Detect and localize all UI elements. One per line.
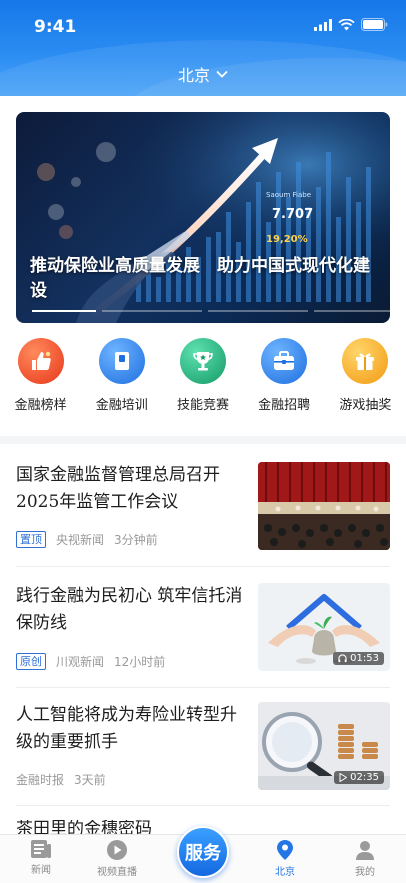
shortcut-finance-recruitment[interactable]: 金融招聘	[244, 338, 325, 422]
shortcut-skill-competition[interactable]: 技能竞赛	[162, 338, 243, 422]
shortcut-label: 金融培训	[95, 398, 148, 413]
duration-text: 01:53	[350, 653, 379, 664]
news-time: 12小时前	[114, 655, 166, 669]
user-icon	[356, 841, 374, 860]
trophy-icon	[179, 338, 226, 384]
shortcut-game-lottery[interactable]: 游戏抽奖	[325, 338, 406, 422]
tab-label: 我的	[355, 867, 375, 878]
tab-label: 视频直播	[97, 867, 137, 878]
tab-news[interactable]: 新闻	[6, 839, 76, 876]
pinned-tag: 置顶	[16, 531, 46, 548]
play-icon	[339, 773, 348, 782]
duration-text: 02:35	[350, 772, 379, 783]
news-separator	[16, 566, 390, 567]
news-separator	[16, 805, 390, 806]
location-selector[interactable]: 北京	[0, 62, 406, 86]
news-meta: 金融时报 3天前	[16, 771, 106, 788]
news-item[interactable]: 人工智能将成为寿险业转型升级的重要抓手 金融时报 3天前 02:35	[16, 702, 390, 792]
news-thumbnail: 02:35	[258, 702, 390, 790]
news-source: 川观新闻	[56, 655, 105, 669]
section-divider	[0, 436, 406, 444]
original-tag: 原创	[16, 653, 46, 670]
news-icon	[31, 840, 51, 858]
banner-carousel[interactable]: Saoum Fiabe 7.707 19,20% 推动保险业高质量发展 助力中国…	[16, 112, 390, 323]
news-meta: 置顶 央视新闻 3分钟前	[16, 531, 158, 548]
news-title: 国家金融监督管理总局召开2025年监管工作会议	[16, 465, 220, 512]
location-label: 北京	[177, 66, 210, 85]
signal-icon	[314, 18, 332, 31]
location-pin-icon	[277, 840, 293, 860]
svg-text:7.707: 7.707	[272, 207, 313, 222]
news-title: 践行金融为民初心 筑牢信托消保防线	[16, 586, 243, 633]
banner-pagination	[32, 310, 390, 312]
news-source: 央视新闻	[56, 533, 105, 547]
banner-dot	[102, 310, 202, 312]
svg-text:Saoum Fiabe: Saoum Fiabe	[266, 191, 311, 199]
status-bar: 9:41	[0, 0, 406, 52]
header: 9:41 北京	[0, 0, 406, 96]
play-icon	[107, 840, 127, 860]
shortcut-label: 技能竞赛	[176, 398, 229, 413]
tab-beijing[interactable]: 北京	[250, 839, 320, 878]
status-time: 9:41	[34, 17, 77, 37]
book-icon	[98, 338, 145, 384]
news-separator	[16, 687, 390, 688]
banner-title: 推动保险业高质量发展 助力中国式现代化建设	[30, 256, 370, 301]
chevron-down-icon	[216, 70, 228, 78]
thumbs-up-icon	[17, 338, 64, 384]
news-title: 人工智能将成为寿险业转型升级的重要抓手	[16, 705, 237, 752]
news-item[interactable]: 国家金融监督管理总局召开2025年监管工作会议 置顶 央视新闻 3分钟前	[16, 462, 390, 552]
news-meta: 原创 川观新闻 12小时前	[16, 653, 165, 670]
shortcut-label: 金融榜样	[14, 398, 67, 413]
video-duration: 02:35	[334, 771, 384, 784]
shortcut-finance-model[interactable]: 金融榜样	[0, 338, 81, 422]
status-icons	[314, 18, 388, 31]
briefcase-icon	[261, 338, 308, 384]
news-time: 3天前	[74, 773, 106, 787]
banner-dot	[208, 310, 308, 312]
news-thumbnail: 01:53	[258, 583, 390, 671]
tab-label: 北京	[275, 867, 295, 878]
tab-mine[interactable]: 我的	[330, 839, 400, 878]
shortcut-finance-training[interactable]: 金融培训	[81, 338, 162, 422]
shortcut-grid: 金融榜样 金融培训 技能竞赛 金融招聘 游戏抽奖	[0, 338, 406, 422]
news-source: 金融时报	[16, 773, 65, 787]
news-item[interactable]: 践行金融为民初心 筑牢信托消保防线 原创 川观新闻 12小时前 01:53	[16, 583, 390, 673]
shortcut-label: 金融招聘	[258, 398, 311, 413]
tab-video-live[interactable]: 视频直播	[82, 839, 152, 878]
banner-dot	[314, 310, 390, 312]
wifi-icon	[338, 18, 355, 30]
service-button[interactable]: 服务	[177, 826, 229, 878]
battery-icon	[361, 18, 388, 31]
gift-icon	[342, 338, 389, 384]
news-thumbnail	[258, 462, 390, 550]
news-time: 3分钟前	[114, 533, 158, 547]
video-duration: 01:53	[333, 652, 384, 665]
shortcut-label: 游戏抽奖	[339, 398, 392, 413]
tab-label: 新闻	[31, 865, 51, 876]
headphones-icon	[338, 654, 347, 663]
svg-text:19,20%: 19,20%	[266, 234, 308, 245]
banner-dot-active	[32, 310, 96, 312]
